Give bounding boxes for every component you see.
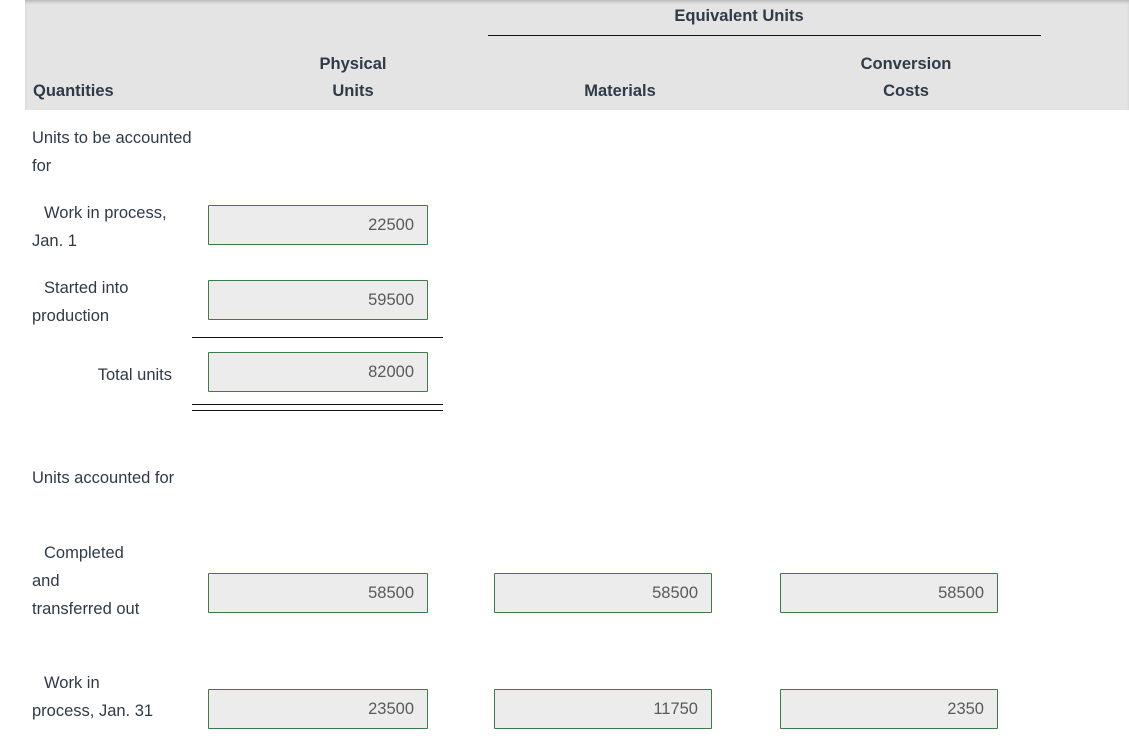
section-title-units-to-be-accounted-for: Units to be accounted for <box>32 129 192 175</box>
grand-total-rule-units-to-be-accounted-for <box>192 404 443 411</box>
input-physical-units-completed-and-transferred-out[interactable] <box>208 573 428 613</box>
input-materials-work-in-process-jan-31[interactable] <box>494 689 712 729</box>
input-materials-completed-and-transferred-out[interactable] <box>494 573 712 613</box>
header-materials: Materials <box>584 82 656 100</box>
subtotal-rule-units-to-be-accounted-for <box>192 337 443 338</box>
header-physical-units: Physical Units <box>243 51 463 105</box>
input-physical-units-work-in-process-jan-1[interactable] <box>208 205 428 245</box>
input-physical-units-work-in-process-jan-31[interactable] <box>208 689 428 729</box>
header-physical-units-line2: Units <box>332 82 374 100</box>
row-label-total-units: Total units <box>97 366 172 384</box>
production-cost-report-sheet: Equivalent Units Quantities Physical Uni… <box>0 0 1129 740</box>
header-equivalent-units-label: Equivalent Units <box>674 7 804 25</box>
header-equivalent-units-group: Equivalent Units <box>25 3 1129 30</box>
row-label-completed-and-transferred-out: Completed and transferred out <box>32 544 140 618</box>
section-title-units-accounted-for: Units accounted for <box>32 469 175 487</box>
row-label-work-in-process-jan-1: Work in process, Jan. 1 <box>32 204 167 250</box>
table-body: Units to be accounted for Work in proces… <box>0 110 1129 740</box>
header-conversion-costs-line1: Conversion <box>860 55 952 73</box>
input-conversion-costs-completed-and-transferred-out[interactable] <box>780 573 998 613</box>
header-quantities: Quantities <box>33 82 114 100</box>
equivalent-units-underline <box>488 35 1041 36</box>
table-header-band: Equivalent Units Quantities Physical Uni… <box>25 0 1129 110</box>
row-label-work-in-process-jan-31: Work in process, Jan. 31 <box>32 674 154 720</box>
header-physical-units-line1: Physical <box>319 55 387 73</box>
header-conversion-costs-line2: Costs <box>883 82 929 100</box>
input-conversion-costs-work-in-process-jan-31[interactable] <box>780 689 998 729</box>
row-label-started-into-production: Started into production <box>32 279 129 325</box>
header-conversion-costs: Conversion Costs <box>771 51 1041 105</box>
input-physical-units-started-into-production[interactable] <box>208 280 428 320</box>
input-physical-units-total-units[interactable] <box>208 352 428 392</box>
